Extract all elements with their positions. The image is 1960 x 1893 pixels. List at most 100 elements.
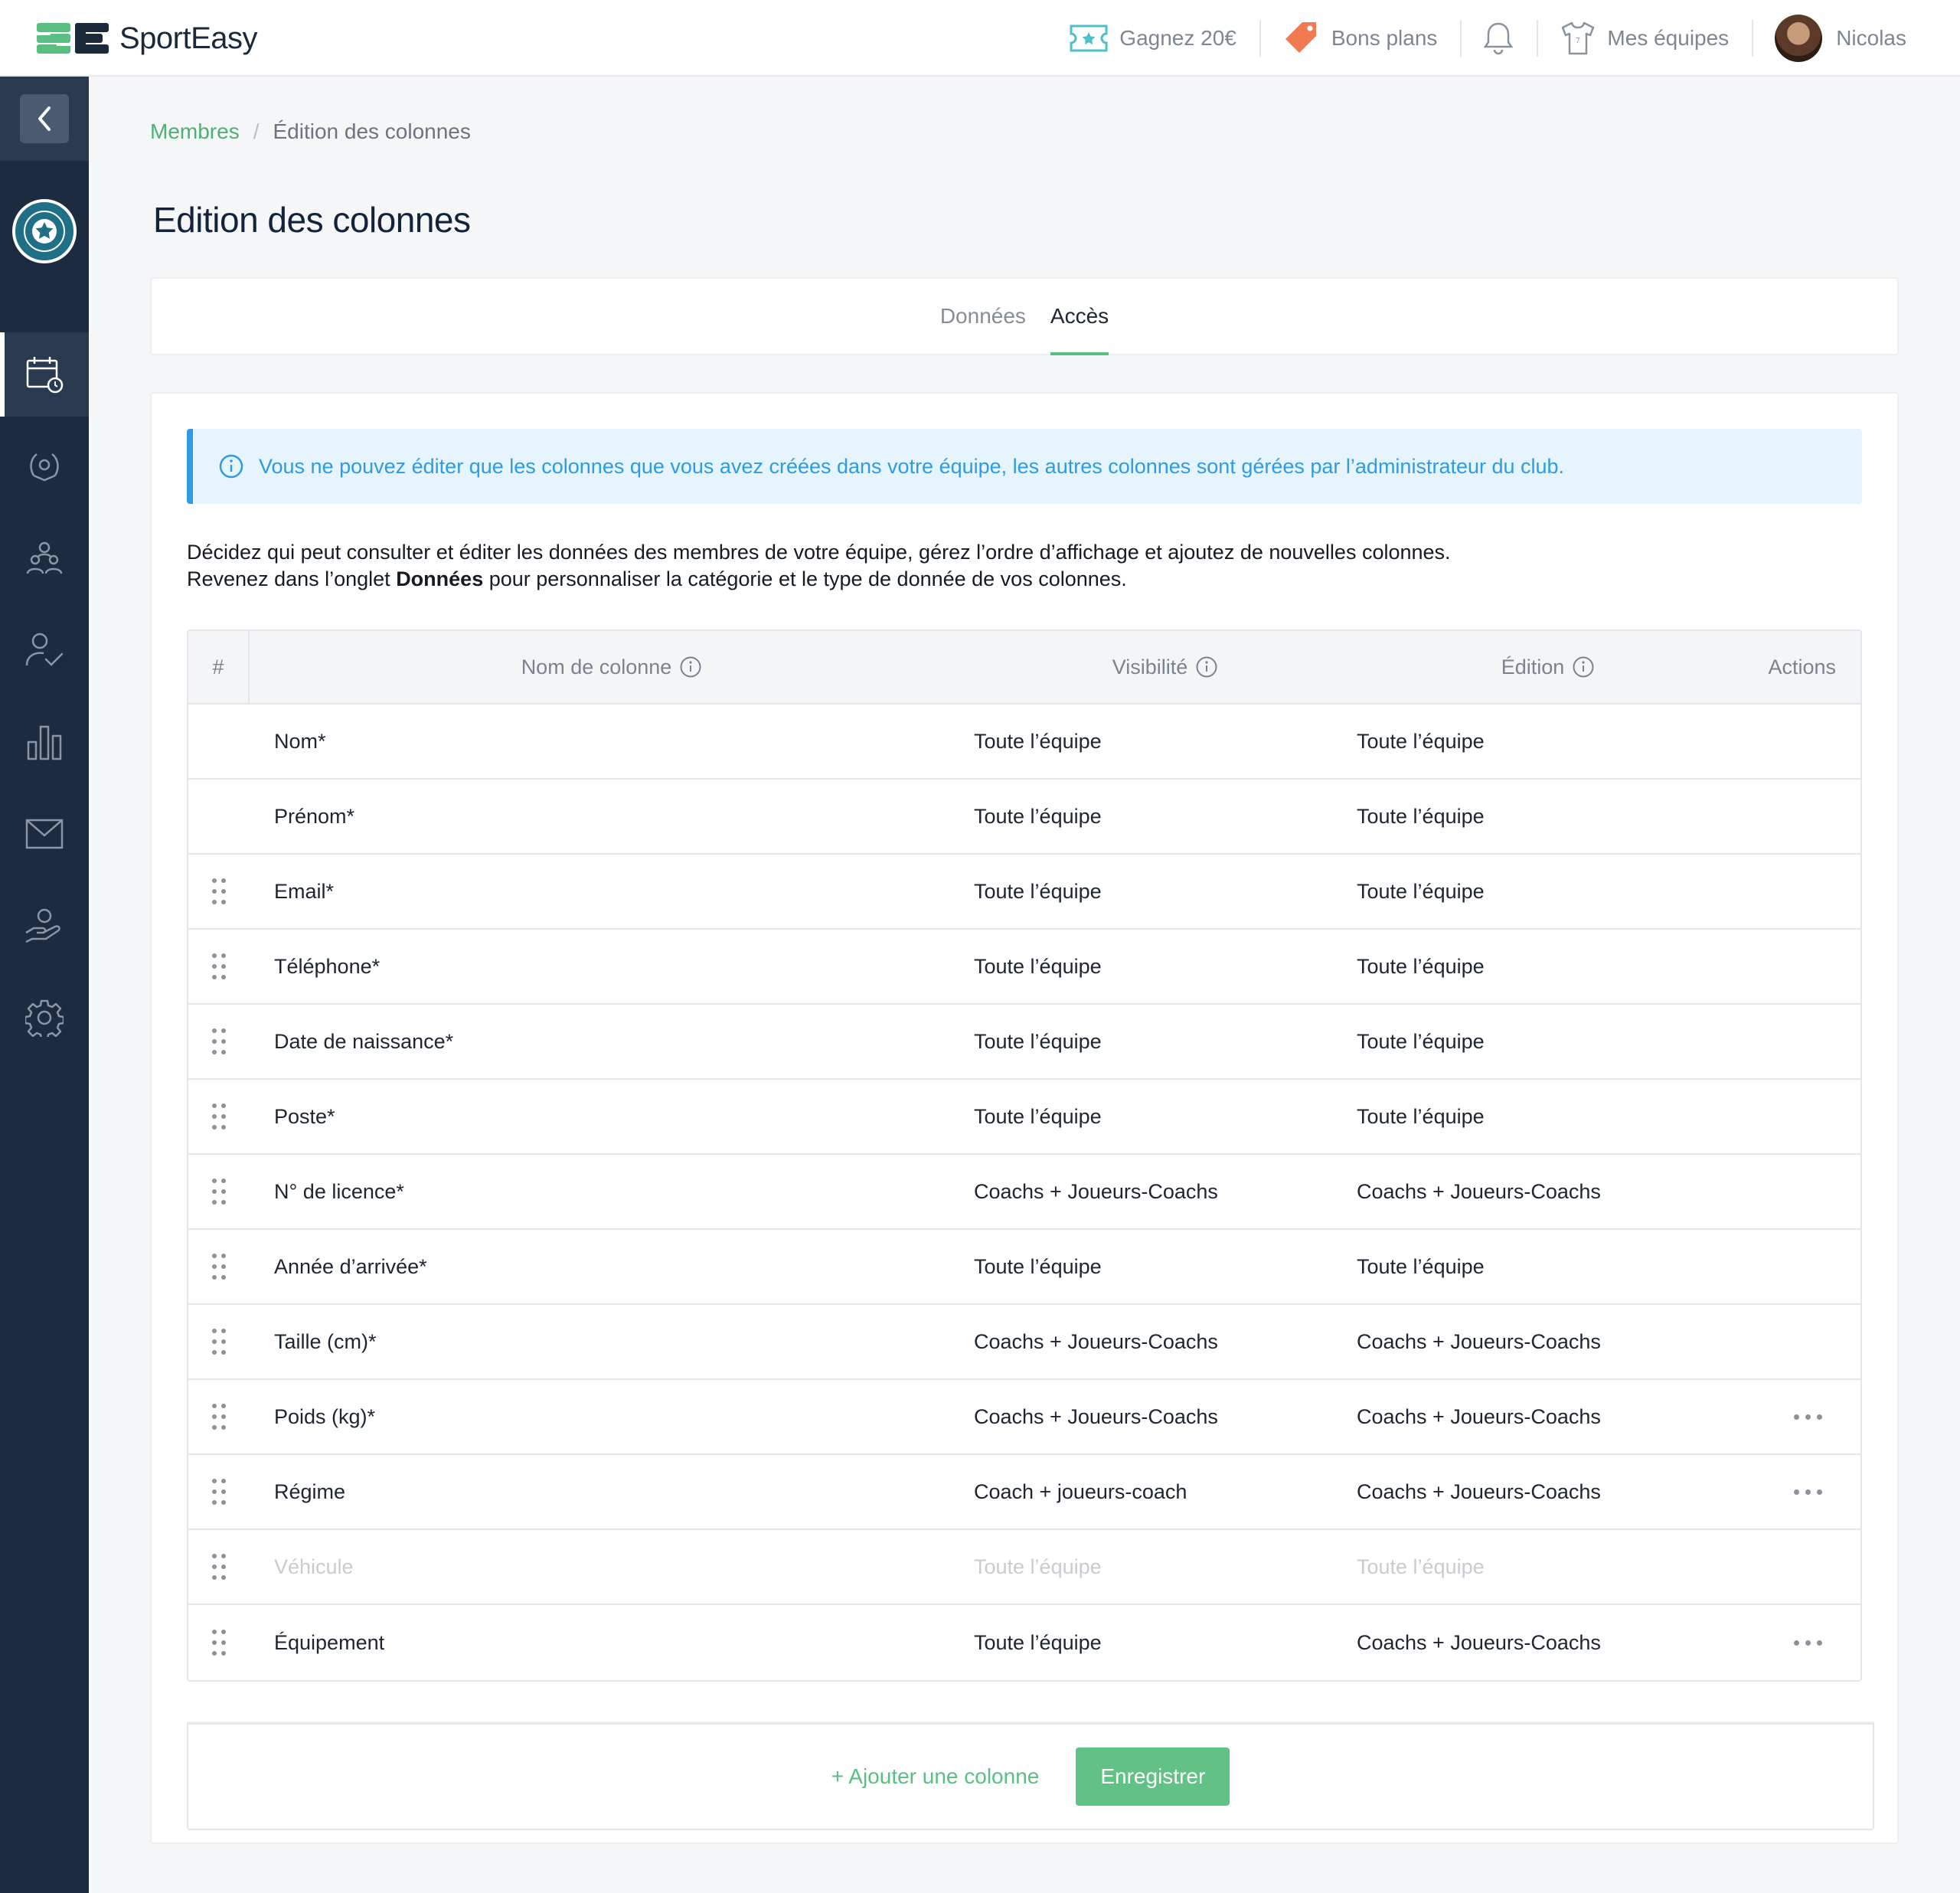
drag-handle[interactable] [188,1553,250,1581]
laurel-icon [30,453,59,482]
table-row: N° de licence* Coachs + Joueurs-Coachs C… [188,1155,1860,1230]
table-row: Taille (cm)* Coachs + Joueurs-Coachs Coa… [188,1305,1860,1380]
visibility-cell[interactable]: Coachs + Joueurs-Coachs [974,1180,1357,1204]
tabs-bar: Données Accès [150,277,1899,355]
drag-handle-icon [212,1028,226,1054]
brand-logo[interactable]: SportEasy [37,17,258,60]
table-row: Régime Coach + joueurs-coach Coachs + Jo… [188,1455,1860,1530]
edition-cell: Toute l’équipe [1357,729,1485,753]
sidebar-item-stats[interactable] [0,700,89,784]
table-body: Nom* Toute l’équipe Toute l’équipe Préno… [188,705,1860,1680]
more-options-icon[interactable] [1794,1414,1822,1420]
sidebar-item-team[interactable] [0,516,89,600]
description-line-2: Revenez dans l’onglet Données pour perso… [187,566,1451,593]
header-edition-label: Édition [1501,655,1565,678]
sidebar-item-calendar[interactable] [0,332,89,417]
more-options-icon[interactable] [1794,1640,1822,1646]
drag-handle[interactable] [188,878,250,905]
bell-icon [1484,22,1514,55]
breadcrumb-separator: / [253,119,260,143]
visibility-cell[interactable]: Coachs + Joueurs-Coachs [974,1405,1357,1429]
sidebar-item-messages[interactable] [0,792,89,876]
add-column-button[interactable]: + Ajouter une colonne [831,1764,1040,1789]
visibility-cell[interactable]: Toute l’équipe [974,1105,1357,1129]
drag-handle[interactable] [188,1028,250,1055]
visibility-cell[interactable]: Toute l’équipe [974,880,1357,904]
team-members-icon [26,541,63,574]
drag-handle[interactable] [188,1103,250,1130]
tab-access[interactable]: Accès [1050,279,1109,355]
sporteasy-logo-icon [37,23,109,54]
visibility-cell: Toute l’équipe [974,729,1102,753]
column-name-cell: Téléphone* [274,954,381,978]
drag-handle-icon [212,1630,226,1656]
sidebar-item-payments[interactable] [0,884,89,968]
visibility-cell: Toute l’équipe [974,804,1102,828]
more-options-icon[interactable] [1794,1489,1822,1495]
drag-handle-icon [212,1254,226,1280]
edition-cell[interactable]: Toute l’équipe [1357,1105,1740,1129]
edition-cell[interactable]: Toute l’équipe [1357,880,1740,904]
edition-cell[interactable]: Coachs + Joueurs-Coachs [1357,1330,1740,1354]
club-logo[interactable] [12,199,77,263]
drag-handle[interactable] [188,1403,250,1430]
edition-cell: Toute l’équipe [1357,1555,1485,1578]
collapse-sidebar-button[interactable] [20,94,69,143]
hand-coin-icon [25,908,60,943]
info-circle-icon[interactable] [679,656,702,678]
price-tag-icon [1285,22,1316,53]
header-visibility: Visibilité [974,656,1357,679]
drag-handle[interactable] [188,1178,250,1205]
edition-cell[interactable]: Toute l’équipe [1357,1030,1740,1054]
drag-handle[interactable] [188,1478,250,1506]
sidebar-item-attendance[interactable] [0,608,89,692]
column-name-cell: Nom* [274,729,326,753]
info-circle-icon[interactable] [1195,656,1218,678]
edition-cell[interactable]: Toute l’équipe [1357,955,1740,979]
earn-label: Gagnez 20€ [1119,26,1236,50]
column-name-cell: Taille (cm)* [274,1329,377,1353]
visibility-cell[interactable]: Coach + joueurs-coach [974,1480,1357,1504]
sidebar-item-trophies[interactable] [0,424,89,508]
sidebar-collapse-zone [0,77,89,161]
table-row: Année d’arrivée* Toute l’équipe Toute l’… [188,1230,1860,1305]
drag-handle[interactable] [188,953,250,980]
my-teams-link[interactable]: 7 Mes équipes [1537,0,1752,77]
visibility-cell[interactable]: Toute l’équipe [974,955,1357,979]
edition-cell[interactable]: Coachs + Joueurs-Coachs [1357,1631,1740,1655]
description-prefix: Revenez dans l’onglet [187,567,397,590]
notifications-button[interactable] [1460,0,1537,77]
user-menu[interactable]: Nicolas [1752,0,1929,77]
access-panel: Vous ne pouvez éditer que les colonnes q… [150,392,1899,1844]
drag-handle[interactable] [188,1253,250,1280]
bar-chart-icon [27,725,62,760]
visibility-cell[interactable]: Toute l’équipe [974,1030,1357,1054]
tab-data[interactable]: Données [940,279,1026,354]
info-text: Vous ne pouvez éditer que les colonnes q… [259,454,1565,478]
visibility-cell[interactable]: Toute l’équipe [974,1255,1357,1279]
visibility-cell[interactable]: Coachs + Joueurs-Coachs [974,1330,1357,1354]
edition-cell[interactable]: Coachs + Joueurs-Coachs [1357,1405,1740,1429]
breadcrumb-members-link[interactable]: Membres [150,119,240,144]
sidebar [0,77,89,1893]
calendar-clock-icon [26,357,64,394]
top-header: SportEasy Gagnez 20€ Bons plans 7 Mes éq… [0,0,1960,77]
visibility-cell[interactable]: Toute l’équipe [974,1631,1357,1655]
drag-handle-icon [212,1103,226,1130]
save-button[interactable]: Enregistrer [1076,1748,1230,1806]
drag-handle[interactable] [188,1328,250,1355]
edition-cell[interactable]: Toute l’équipe [1357,1255,1740,1279]
column-name-cell: Régime [274,1479,346,1503]
header-edition: Édition [1357,656,1740,679]
edition-cell[interactable]: Coachs + Joueurs-Coachs [1357,1180,1740,1204]
earn-link[interactable]: Gagnez 20€ [1046,0,1259,77]
info-circle-icon[interactable] [1572,656,1595,678]
drag-handle[interactable] [188,1629,250,1656]
edition-cell[interactable]: Coachs + Joueurs-Coachs [1357,1480,1740,1504]
table-header: # Nom de colonne Visibilité Édition Acti… [188,630,1860,705]
drag-handle-icon [212,1554,226,1580]
sidebar-item-settings[interactable] [0,976,89,1060]
chevron-left-icon [38,106,51,131]
deals-link[interactable]: Bons plans [1259,0,1461,77]
drag-handle-icon [212,1329,226,1355]
